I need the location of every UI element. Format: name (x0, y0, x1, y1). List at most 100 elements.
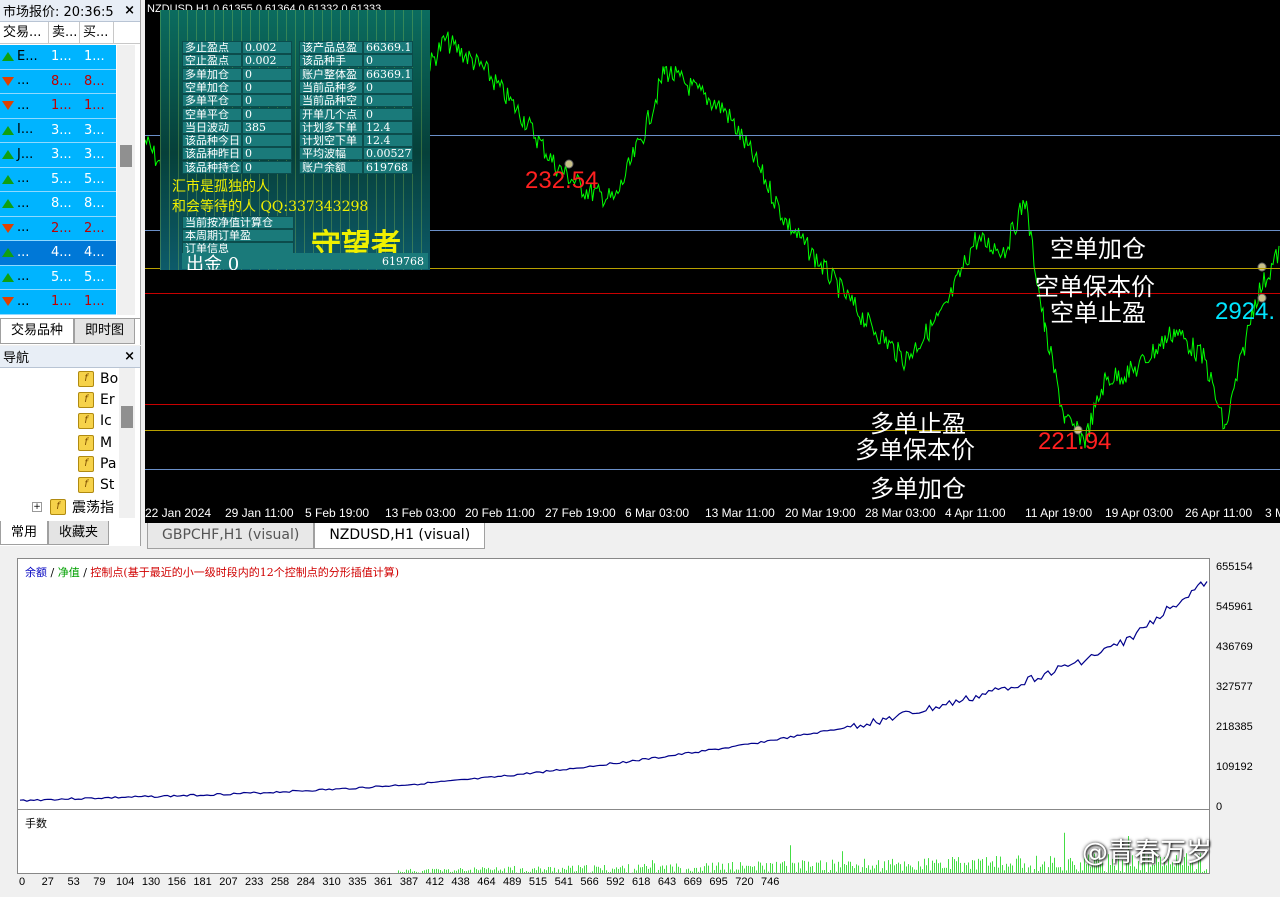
navigator-item[interactable]: f St (0, 474, 118, 495)
lots-bar (432, 868, 433, 873)
market-watch-row[interactable]: ... 8... 8... (0, 69, 116, 94)
lots-bar (530, 871, 531, 873)
lots-bar (660, 866, 661, 873)
tab-common[interactable]: 常用 (0, 521, 49, 545)
lots-bar (900, 864, 901, 873)
info-text: 汇市是孤独的人 (172, 179, 270, 195)
tab-nzdusd-chart[interactable]: NZDUSD,H1 (visual) (314, 523, 486, 549)
column-bid[interactable]: 卖... (49, 22, 80, 43)
lots-bar (796, 871, 797, 873)
navigator-item-label: Bo (100, 370, 118, 387)
symbol-name: ... (17, 97, 30, 113)
lots-bar (780, 863, 781, 873)
navigator-item[interactable]: f Ic (0, 411, 118, 432)
arrow-down-icon (2, 76, 14, 86)
info-key: 开单几个点 (299, 107, 363, 121)
column-symbol[interactable]: 交易... (0, 22, 49, 43)
lots-bar (616, 867, 617, 873)
lots-bar (618, 868, 619, 873)
market-watch-header: 交易... 卖... 买... (0, 22, 140, 44)
market-watch-tabs: 交易品种 即时图 (0, 318, 141, 344)
market-watch-row[interactable]: ... 1... 1... (0, 94, 116, 119)
x-tick: 310 (322, 876, 341, 888)
lots-bar (744, 868, 745, 873)
lots-bar (922, 869, 923, 873)
lots-bar (674, 871, 675, 873)
navigator-item[interactable]: f Pa (0, 453, 118, 474)
close-icon[interactable]: × (124, 349, 135, 364)
level-line[interactable] (145, 404, 1280, 405)
lots-bar (708, 865, 709, 873)
market-watch-scrollbar[interactable] (117, 45, 135, 315)
market-watch-row[interactable]: I... 3... 3... (0, 118, 116, 143)
lots-bar (1012, 865, 1013, 873)
lots-bar (536, 870, 537, 873)
tab-favorites[interactable]: 收藏夹 (48, 521, 110, 545)
navigator-folder[interactable]: + f 震荡指 (32, 497, 114, 517)
time-axis: 22 Jan 2024 29 Jan 11:00 5 Feb 19:00 13 Feb… (145, 501, 1280, 523)
lots-bar (746, 865, 747, 873)
lots-bar (470, 869, 471, 873)
price-chart[interactable]: NZDUSD,H1 0.61355 0.61364 0.61332 0.6133… (145, 0, 1280, 523)
market-watch-row[interactable]: ... 2... 2... (0, 216, 116, 241)
market-watch-row[interactable]: ... 4... 4... (0, 241, 116, 266)
x-tick: 233 (245, 876, 264, 888)
market-watch-row[interactable]: ... 1... 1... (0, 290, 116, 315)
lots-bar (916, 869, 917, 873)
lots-bar (496, 867, 497, 873)
tab-symbols[interactable]: 交易品种 (0, 319, 75, 344)
lots-bar (610, 871, 611, 873)
lots-bar (440, 870, 441, 873)
bid-cell: 4... (51, 245, 72, 260)
lots-bar (1018, 855, 1019, 873)
lots-bar (960, 862, 961, 873)
lots-bar (754, 866, 755, 873)
navigator-item[interactable]: f Bo (0, 368, 118, 389)
expand-icon[interactable]: + (32, 502, 42, 512)
order-marker[interactable] (1257, 262, 1267, 272)
lots-bar (752, 866, 753, 873)
lots-bar (538, 866, 539, 873)
column-ask[interactable]: 买... (80, 22, 114, 43)
lots-bar (426, 869, 427, 873)
symbol-name: ... (17, 293, 30, 309)
lots-bar (706, 863, 707, 873)
market-watch-row[interactable]: ... 5... 5... (0, 265, 116, 290)
info-key: 该品种今日 (182, 134, 242, 148)
market-watch-row[interactable]: ... 8... 8... (0, 192, 116, 217)
x-tick: 566 (580, 876, 599, 888)
scroll-thumb[interactable] (121, 406, 133, 428)
tab-tick-chart[interactable]: 即时图 (74, 319, 136, 344)
market-watch-row[interactable]: E... 1... 1... (0, 45, 116, 70)
lots-bar (652, 860, 653, 873)
symbol-cell: ... (0, 241, 49, 265)
scroll-thumb[interactable] (120, 145, 132, 167)
lots-bar (982, 859, 983, 873)
lots-bar (758, 861, 759, 873)
lots-bar (412, 871, 413, 873)
navigator-scrollbar[interactable] (119, 368, 135, 518)
lots-bar (410, 868, 411, 873)
lots-bar (1020, 858, 1021, 873)
lots-bar (998, 867, 999, 873)
market-watch-row[interactable]: J... 3... 3... (0, 143, 116, 168)
lots-bar (566, 869, 567, 873)
long-add-label: 多单加仓 (870, 475, 966, 503)
lots-bar (1082, 870, 1083, 873)
market-watch-row[interactable]: ... 5... 5... (0, 167, 116, 192)
navigator-item[interactable]: fM (0, 432, 118, 453)
navigator-item[interactable]: f Er (0, 389, 118, 410)
level-line[interactable] (145, 469, 1280, 470)
lots-bar (928, 858, 929, 873)
x-tick: 335 (348, 876, 367, 888)
tab-gbpchf-chart[interactable]: GBPCHF,H1 (visual) (147, 523, 315, 549)
info-key: 空单加仓 (182, 80, 242, 94)
info-key: 该产品总盈 (299, 41, 363, 54)
lots-bar (606, 870, 607, 873)
info-value: 0 (242, 107, 292, 121)
lots-bar (678, 866, 679, 873)
lots-bar (946, 867, 947, 873)
close-icon[interactable]: × (124, 3, 135, 18)
arrow-down-icon (2, 101, 14, 111)
lots-bar (1064, 832, 1065, 873)
